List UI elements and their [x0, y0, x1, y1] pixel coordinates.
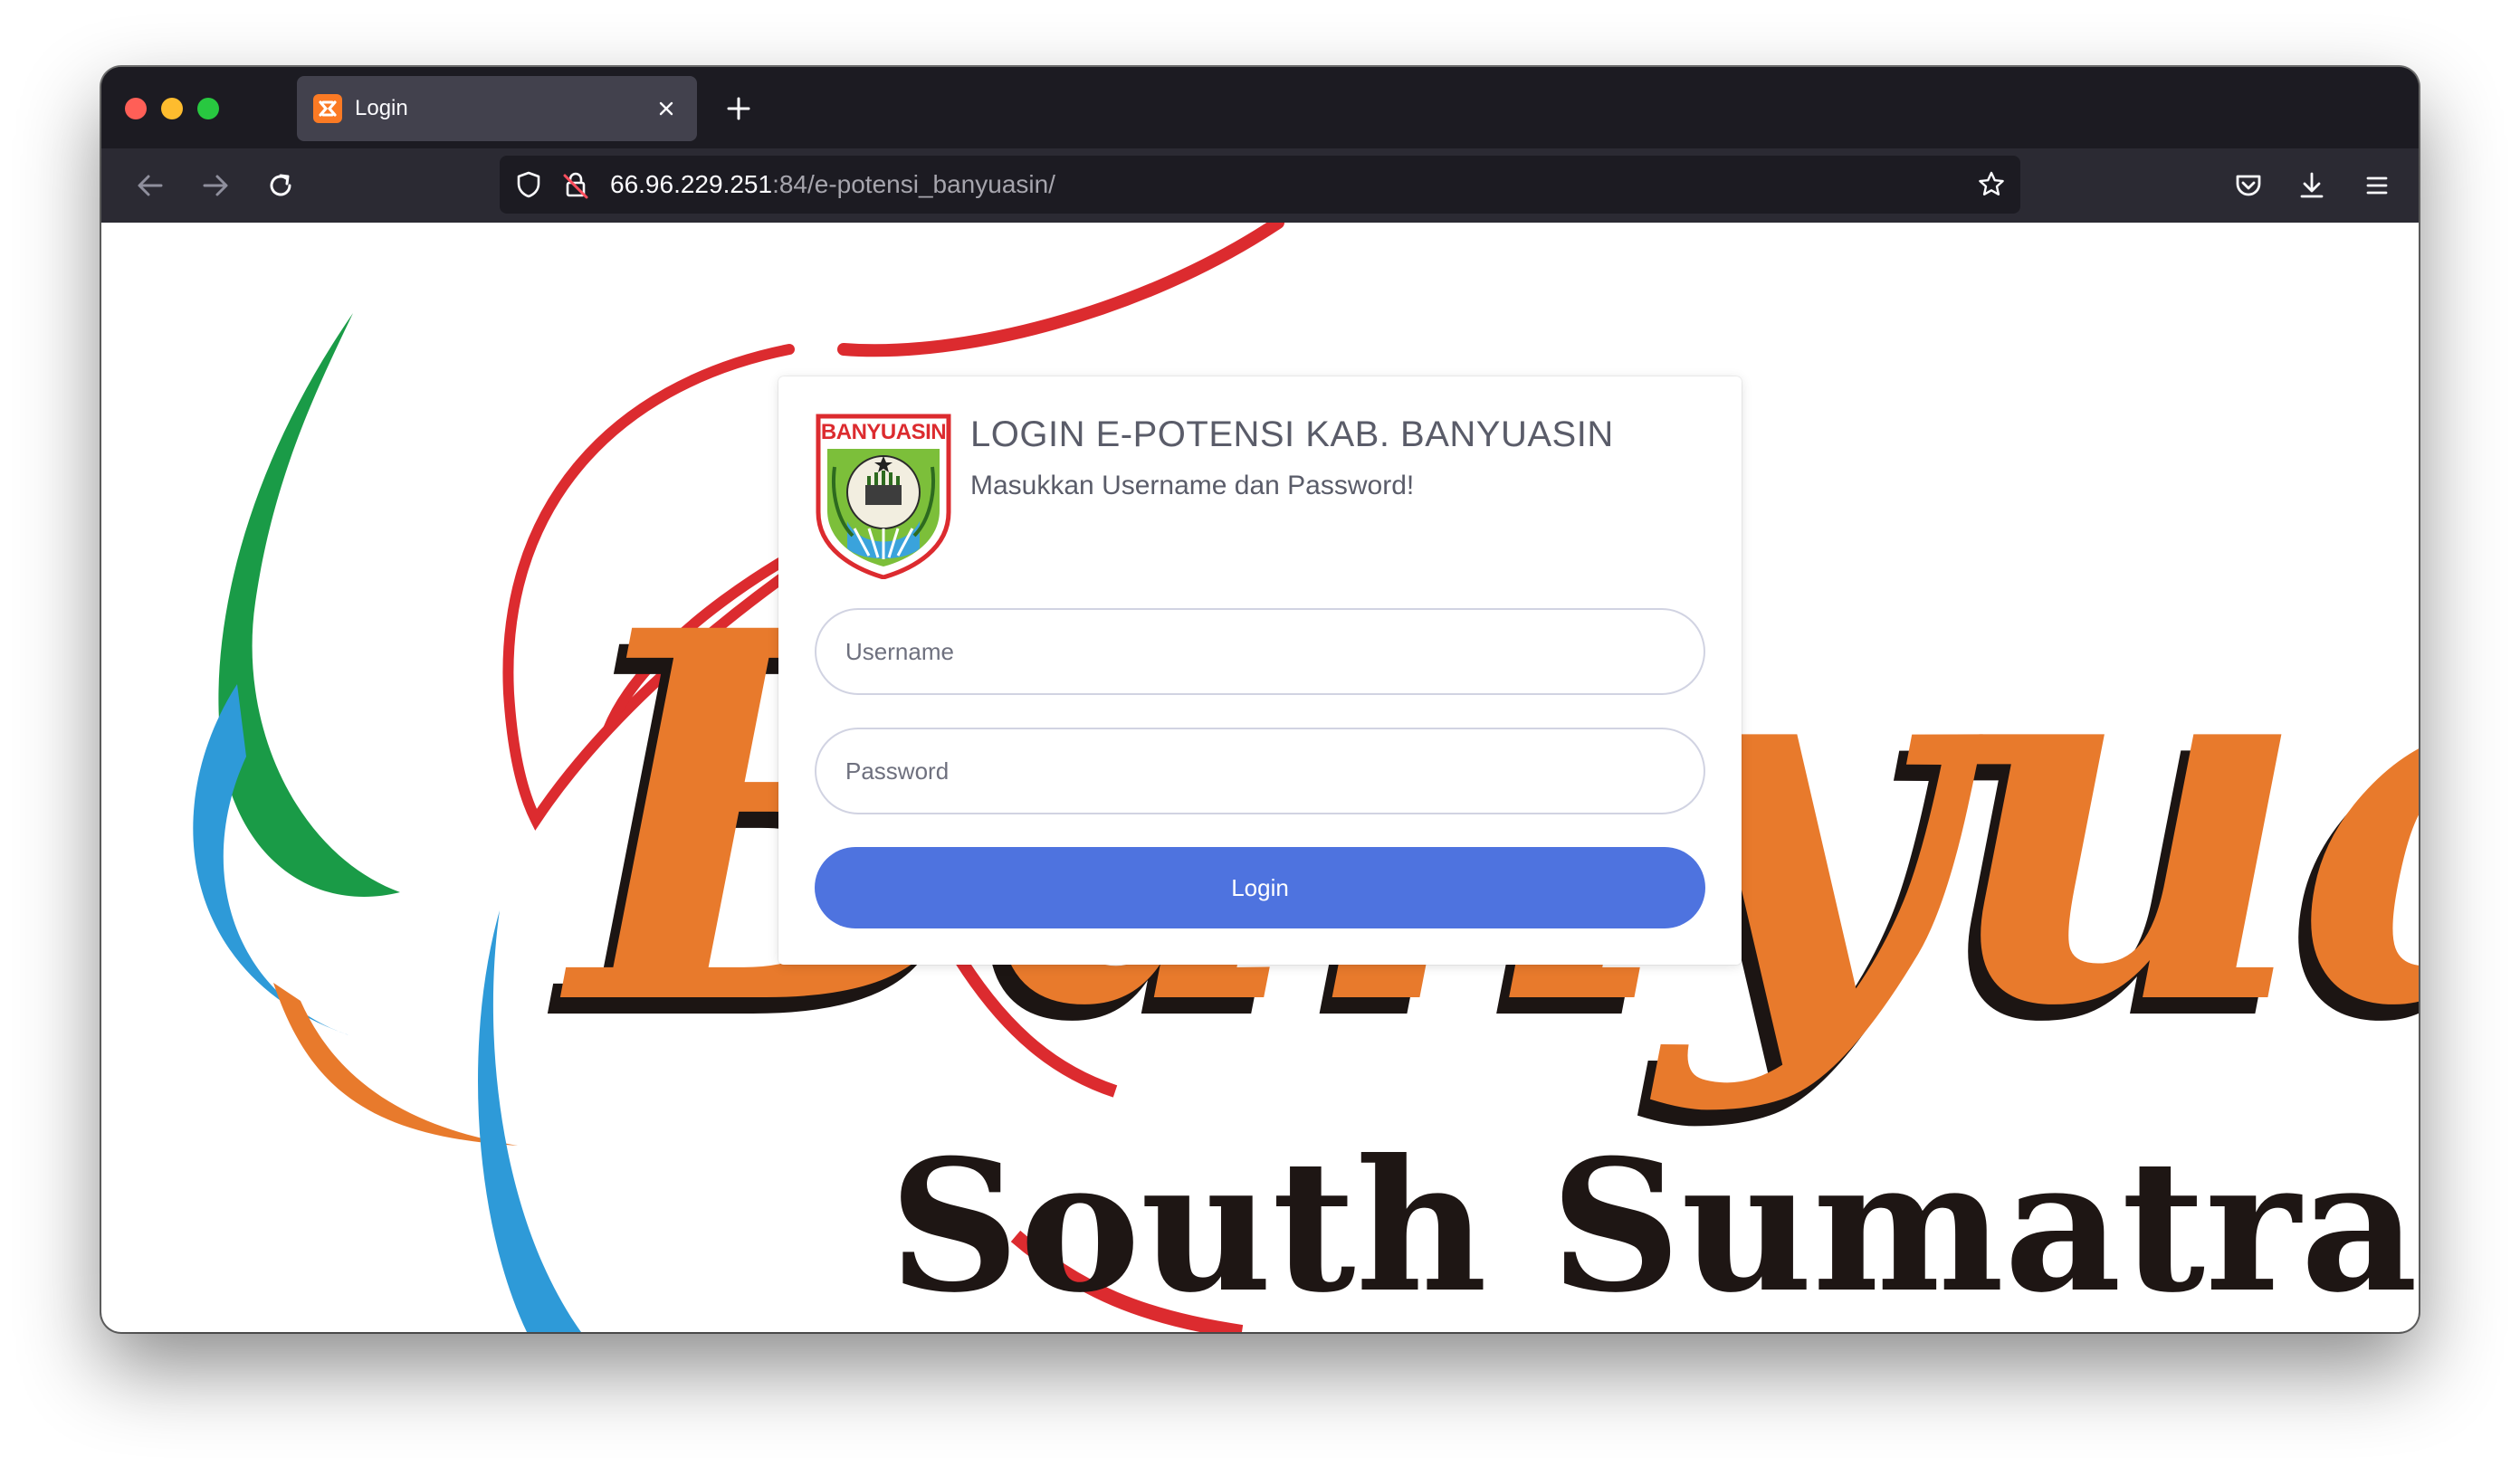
hamburger-menu-icon[interactable] — [2355, 164, 2399, 207]
pocket-icon[interactable] — [2227, 164, 2270, 207]
password-field[interactable] — [815, 728, 1705, 814]
page-content: Banyuasin South Sumatra — [101, 223, 2419, 1332]
xampp-favicon-icon — [313, 94, 342, 123]
close-window-button[interactable] — [125, 98, 147, 119]
shield-icon[interactable] — [512, 168, 545, 201]
browser-window: Login 66.96.229.251:84/e-potensi_banyuas… — [101, 67, 2419, 1332]
plus-icon[interactable] — [717, 87, 760, 130]
reload-icon[interactable] — [259, 164, 302, 207]
minimize-window-button[interactable] — [161, 98, 183, 119]
username-field[interactable] — [815, 608, 1705, 695]
logo-text: BANYUASIN — [820, 420, 947, 444]
close-icon[interactable] — [650, 92, 682, 125]
download-icon[interactable] — [2290, 164, 2334, 207]
arrow-left-icon[interactable] — [129, 164, 172, 207]
background-subtitle: South Sumatra — [889, 1120, 2419, 1332]
insecure-lock-icon[interactable] — [559, 168, 592, 201]
zoom-window-button[interactable] — [197, 98, 219, 119]
banyuasin-emblem-logo: BANYUASIN — [815, 413, 952, 580]
url-path: :84/e-potensi_banyuasin/ — [772, 170, 1055, 198]
url-bar[interactable]: 66.96.229.251:84/e-potensi_banyuasin/ — [500, 156, 2020, 214]
browser-tab[interactable]: Login — [297, 76, 697, 141]
url-text[interactable]: 66.96.229.251:84/e-potensi_banyuasin/ — [610, 170, 1055, 199]
tab-title: Login — [355, 96, 408, 120]
login-subtitle: Masukkan Username dan Password! — [970, 471, 1415, 500]
login-card: BANYUASIN LOGIN E-POTENSI KAB. BANYUASIN… — [778, 376, 1742, 965]
login-title: LOGIN E-POTENSI KAB. BANYUASIN — [970, 414, 1614, 454]
screenshot-stage: Login 66.96.229.251:84/e-potensi_banyuas… — [0, 0, 2520, 1466]
tab-strip: Login — [101, 67, 2419, 148]
url-host: 66.96.229.251 — [610, 170, 773, 198]
arrow-right-icon[interactable] — [194, 164, 237, 207]
navigation-bar: 66.96.229.251:84/e-potensi_banyuasin/ — [101, 148, 2419, 223]
login-button[interactable]: Login — [815, 847, 1705, 928]
star-icon[interactable] — [1975, 168, 2008, 201]
